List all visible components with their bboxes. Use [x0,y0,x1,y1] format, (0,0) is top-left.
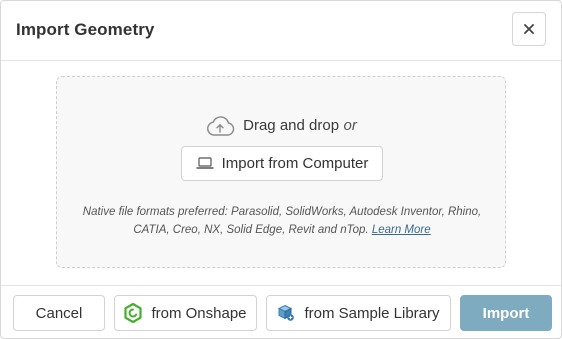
import-button[interactable]: Import [460,295,552,331]
cube-icon [277,304,295,322]
dialog-header: Import Geometry [1,1,561,61]
file-dropzone[interactable]: Drag and drop or Import from Computer Na… [56,76,506,268]
drag-drop-label: Drag and drop [243,117,340,134]
from-sample-library-button[interactable]: from Sample Library [266,295,451,331]
import-label: Import [482,304,530,322]
supported-formats-note: Native file formats preferred: Parasolid… [77,203,487,239]
drag-drop-row: Drag and drop or [57,114,505,138]
cancel-label: Cancel [35,304,83,322]
cancel-button[interactable]: Cancel [13,295,105,331]
learn-more-link[interactable]: Learn More [372,224,431,236]
import-geometry-dialog: Import Geometry Drag and drop or Import … [0,0,562,339]
from-sample-library-label: from Sample Library [304,304,440,322]
laptop-icon [195,157,214,170]
dialog-body: Drag and drop or Import from Computer Na… [1,61,561,285]
from-onshape-button[interactable]: from Onshape [114,295,257,331]
dialog-footer: Cancel from Onshape from Sample Library … [1,285,561,339]
import-from-computer-label: Import from Computer [221,155,369,172]
dialog-title: Import Geometry [16,20,155,39]
import-from-computer-button[interactable]: Import from Computer [181,146,383,181]
close-button[interactable] [512,12,546,46]
onshape-logo-icon [124,303,143,323]
cloud-upload-icon [205,115,235,137]
or-label: or [343,117,357,134]
close-icon [524,24,534,34]
from-onshape-label: from Onshape [151,304,247,322]
